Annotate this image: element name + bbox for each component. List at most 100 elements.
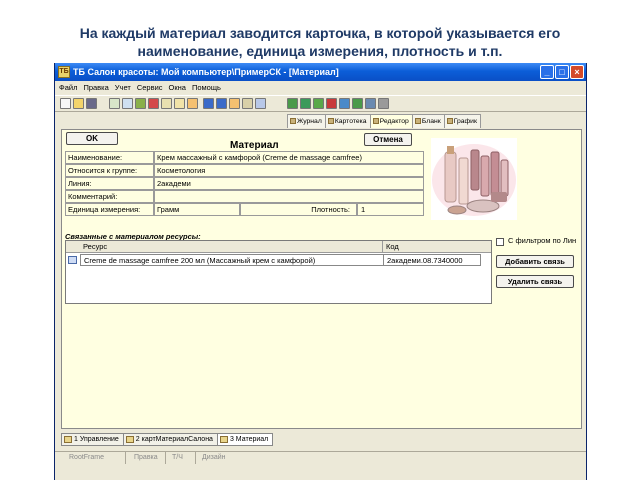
menu-accounting[interactable]: Учет <box>115 81 131 94</box>
column-resource[interactable]: Ресурс <box>80 241 383 253</box>
comment-label: Комментарий: <box>65 190 154 203</box>
folder-icon <box>64 436 72 443</box>
tab-label: Журнал <box>297 118 322 125</box>
app-window: ТБ ТБ Салон красоты: Мой компьютер\Приме… <box>54 63 587 480</box>
unit-label: Единица измерения: <box>65 203 154 216</box>
status-frame: RootFrame <box>69 454 105 461</box>
ok-button[interactable]: OK <box>66 132 118 145</box>
tab-label: График <box>453 118 477 125</box>
print-icon[interactable] <box>86 98 97 109</box>
product-photo <box>431 138 517 220</box>
tab-label: 1 Управление <box>74 436 119 443</box>
group-label: Относится к группе: <box>65 164 154 177</box>
tab-label: Редактор <box>379 118 409 125</box>
tab-journal[interactable]: Журнал <box>287 114 326 128</box>
list-icon[interactable] <box>255 98 266 109</box>
app-icon: ТБ <box>58 66 70 78</box>
status-tc: Т/Ч <box>165 452 183 464</box>
new-doc-icon[interactable] <box>60 98 71 109</box>
page-icon[interactable] <box>339 98 350 109</box>
unit-field[interactable]: Грамм <box>154 203 240 216</box>
book-open-icon[interactable] <box>229 98 240 109</box>
density-field[interactable]: 1 <box>357 203 424 216</box>
cancel-button[interactable]: Отмена <box>364 133 412 146</box>
row-record-icon <box>68 256 77 264</box>
book-list-icon[interactable] <box>216 98 227 109</box>
menu-bar: Файл Правка Учет Сервис Окна Помощь <box>55 81 586 94</box>
title-bar[interactable]: ТБ ТБ Салон красоты: Мой компьютер\Приме… <box>55 63 586 81</box>
tab-management[interactable]: 1 Управление <box>61 433 124 446</box>
tab-card-index[interactable]: Картотека <box>324 114 371 128</box>
edit-doc-icon[interactable] <box>122 98 133 109</box>
folder-icon <box>125 436 134 443</box>
line-label: Линия: <box>65 177 154 190</box>
code-cell[interactable]: 2академи.08.7340000 <box>383 254 481 266</box>
close-button[interactable]: × <box>570 65 584 79</box>
tab-material[interactable]: 3 Материал <box>216 433 274 446</box>
cancel-doc-icon[interactable] <box>326 98 337 109</box>
toolbar <box>55 95 586 112</box>
density-label: Плотность: <box>240 203 357 216</box>
forward-icon[interactable] <box>352 98 363 109</box>
tab-label: 3 Материал <box>229 436 269 443</box>
transfer-icon[interactable] <box>313 98 324 109</box>
tab-material-card[interactable]: 2 картМатериалСалона <box>122 433 218 446</box>
journal-icon <box>290 118 296 124</box>
form-title: Материал <box>230 140 279 151</box>
check-doc-icon[interactable] <box>287 98 298 109</box>
status-mode: Правка <box>125 452 158 464</box>
tab-form[interactable]: Бланк <box>411 114 445 128</box>
document-icon[interactable] <box>109 98 120 109</box>
tab-editor[interactable]: Редактор <box>369 114 413 128</box>
menu-windows[interactable]: Окна <box>169 81 186 94</box>
book-blue-icon[interactable] <box>203 98 214 109</box>
menu-service[interactable]: Сервис <box>137 81 163 94</box>
material-form: OK Отмена Материал Наименование: Крем ма… <box>61 129 582 429</box>
add-link-button[interactable]: Добавить связь <box>496 255 574 268</box>
name-label: Наименование: <box>65 151 154 164</box>
editor-icon <box>372 118 379 124</box>
window-title: ТБ Салон красоты: Мой компьютер\ПримерСК… <box>73 67 339 77</box>
table-header: Ресурс Код <box>66 241 491 253</box>
line-field[interactable]: 2академи <box>154 177 424 190</box>
eraser-icon[interactable] <box>161 98 172 109</box>
filter-checkbox[interactable] <box>496 238 504 246</box>
minimize-button[interactable]: _ <box>540 65 554 79</box>
comment-field[interactable] <box>154 190 424 203</box>
maximize-button[interactable]: □ <box>555 65 569 79</box>
status-bar: RootFrame Правка Т/Ч Дизайн <box>55 451 586 464</box>
filter-icon[interactable] <box>242 98 253 109</box>
view-tabs: Журнал Картотека Редактор Бланк График <box>287 114 481 128</box>
resource-cell[interactable]: Creme de massage camfree 200 мл (Массажн… <box>80 254 384 266</box>
books-icon[interactable] <box>135 98 146 109</box>
remove-link-button[interactable]: Удалить связь <box>496 275 574 288</box>
tag-icon[interactable] <box>174 98 185 109</box>
window-tabs: 1 Управление 2 картМатериалСалона 3 Мате… <box>61 433 274 446</box>
slide-caption: На каждый материал заводится карточка, в… <box>0 24 640 60</box>
down-arrow-icon[interactable] <box>300 98 311 109</box>
tab-label: Картотека <box>334 118 367 125</box>
column-code[interactable]: Код <box>383 241 493 253</box>
card-index-icon <box>327 118 334 124</box>
filter-label: С фильтром по Лин <box>508 236 577 245</box>
open-folder-icon[interactable] <box>73 98 84 109</box>
name-field[interactable]: Крем массажный с камфорой (Creme de mass… <box>154 151 424 164</box>
tab-schedule[interactable]: График <box>443 114 481 128</box>
table-row[interactable]: Creme de massage camfree 200 мл (Массажн… <box>66 254 491 266</box>
tab-label: 2 картМатериалСалона <box>135 436 213 443</box>
tab-label: Бланк <box>421 118 441 125</box>
tools-icon[interactable] <box>378 98 389 109</box>
menu-edit[interactable]: Правка <box>83 81 108 94</box>
form-icon <box>414 118 421 124</box>
resources-table: Ресурс Код Creme de massage camfree 200 … <box>65 240 492 304</box>
copy-icon[interactable] <box>187 98 198 109</box>
status-design: Дизайн <box>195 452 226 464</box>
settings-icon[interactable] <box>365 98 376 109</box>
delete-icon[interactable] <box>148 98 159 109</box>
caption-line-1: На каждый материал заводится карточка, в… <box>79 25 561 41</box>
folder-icon <box>219 436 228 443</box>
menu-help[interactable]: Помощь <box>192 81 221 94</box>
menu-file[interactable]: Файл <box>59 81 77 94</box>
group-field[interactable]: Косметология <box>154 164 424 177</box>
schedule-icon <box>446 118 453 124</box>
